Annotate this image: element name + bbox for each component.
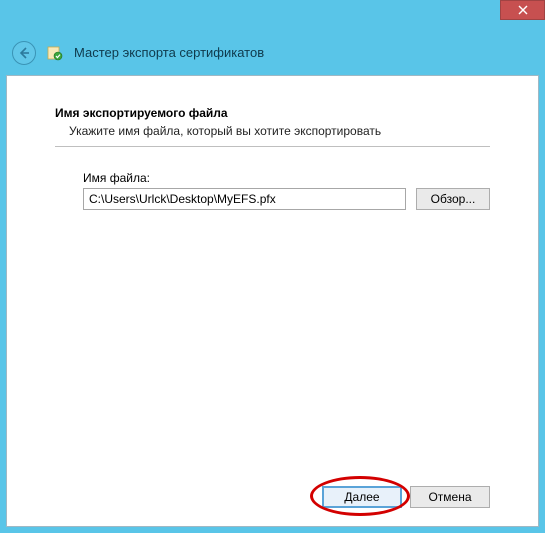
browse-button[interactable]: Обзор... [416, 188, 490, 210]
close-icon [518, 5, 528, 15]
content-wrap: Имя экспортируемого файла Укажите имя фа… [0, 75, 545, 533]
titlebar [0, 0, 545, 30]
wizard-page: Имя экспортируемого файла Укажите имя фа… [6, 75, 539, 527]
certificate-wizard-icon [46, 44, 64, 62]
filename-input[interactable] [83, 188, 406, 210]
arrow-left-icon [17, 46, 31, 60]
page-subtext: Укажите имя файла, который вы хотите экс… [55, 124, 490, 138]
next-button[interactable]: Далее [322, 486, 402, 508]
wizard-title: Мастер экспорта сертификатов [74, 45, 264, 60]
back-button[interactable] [12, 41, 36, 65]
divider [55, 146, 490, 147]
cancel-button[interactable]: Отмена [410, 486, 490, 508]
wizard-footer: Далее Отмена [55, 486, 490, 514]
wizard-header: Мастер экспорта сертификатов [0, 30, 545, 75]
filename-block: Имя файла: Обзор... [55, 171, 490, 210]
close-button[interactable] [500, 0, 545, 20]
filename-label: Имя файла: [83, 171, 490, 185]
page-heading: Имя экспортируемого файла [55, 106, 490, 120]
